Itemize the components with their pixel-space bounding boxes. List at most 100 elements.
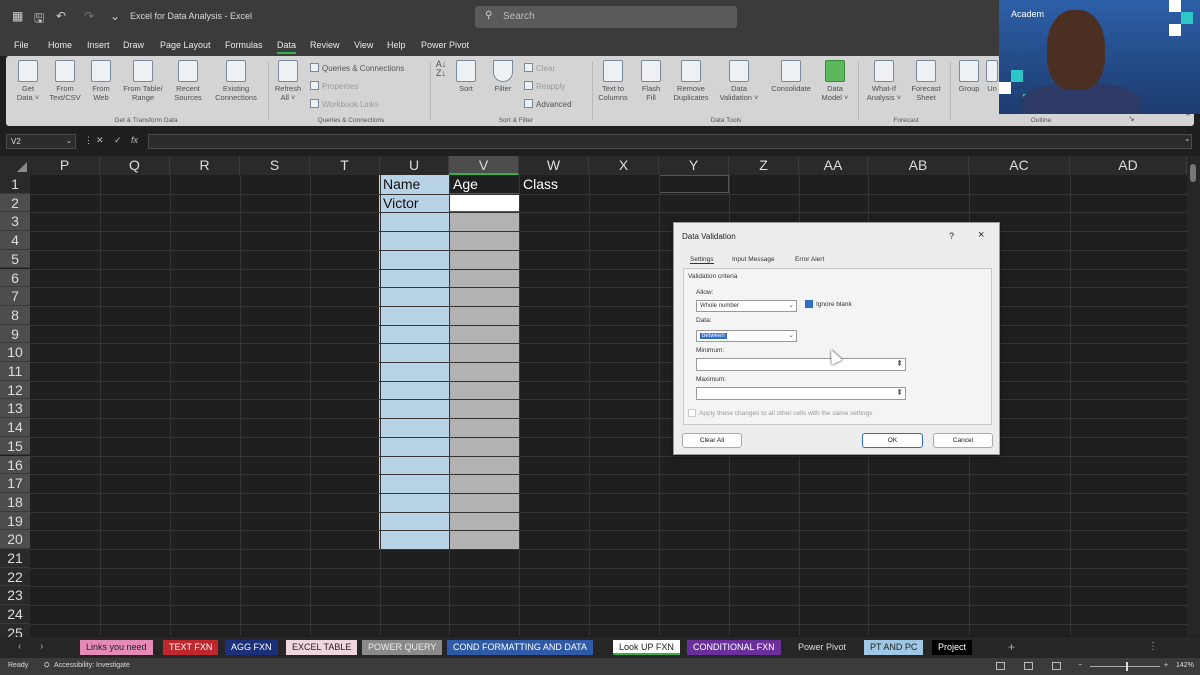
row-header-19[interactable]: 19: [0, 511, 30, 531]
sort-az-button[interactable]: A↓ Z↓: [434, 60, 448, 78]
outline-dialog-launcher-icon[interactable]: ↘: [1128, 114, 1135, 123]
row-header-5[interactable]: 5: [0, 249, 30, 269]
tab-error-alert[interactable]: Error Alert: [795, 256, 824, 263]
page-layout-view-icon[interactable]: [1024, 662, 1033, 670]
row-header-24[interactable]: 24: [0, 605, 30, 624]
ungroup-button[interactable]: Un: [984, 60, 1000, 93]
tab-formulas[interactable]: Formulas: [225, 40, 263, 50]
formula-bar-options-icon[interactable]: ⋮: [84, 135, 93, 146]
tabs-options-icon[interactable]: ⋮: [1148, 641, 1158, 652]
row-header-3[interactable]: 3: [0, 212, 30, 232]
column-header-ab[interactable]: AB: [868, 156, 969, 175]
zoom-slider[interactable]: [1090, 662, 1160, 671]
sheet-tab-text-fxn[interactable]: TEXT FXN: [163, 640, 219, 655]
remove-duplicates-button[interactable]: Remove Duplicates: [670, 60, 712, 102]
row-header-22[interactable]: 22: [0, 567, 30, 587]
clear-filter-button[interactable]: Clear: [524, 63, 555, 73]
properties-button[interactable]: Properties: [310, 81, 358, 91]
tab-file[interactable]: File: [14, 40, 29, 50]
accessibility-status[interactable]: Accessibility: Investigate: [54, 662, 130, 669]
column-header-r[interactable]: R: [170, 156, 240, 175]
prev-sheet-icon[interactable]: ‹: [18, 641, 21, 652]
column-header-ac[interactable]: AC: [969, 156, 1070, 175]
allow-select[interactable]: Whole number ⌄: [696, 300, 797, 312]
row-header-11[interactable]: 11: [0, 362, 30, 381]
tab-review[interactable]: Review: [310, 40, 340, 50]
column-header-aa[interactable]: AA: [799, 156, 868, 175]
sort-button[interactable]: Sort: [454, 60, 478, 93]
sheet-tab-power-query[interactable]: POWER QUERY: [362, 640, 443, 655]
row-header-15[interactable]: 15: [0, 436, 30, 456]
tab-input-message[interactable]: Input Message: [732, 256, 775, 263]
row-header-9[interactable]: 9: [0, 324, 30, 344]
column-header-x[interactable]: X: [589, 156, 659, 175]
row-header-12[interactable]: 12: [0, 380, 30, 400]
sheet-tab-pt-and-pc[interactable]: PT AND PC: [864, 640, 924, 655]
from-web-button[interactable]: From Web: [88, 60, 114, 102]
sheet-tab-cond-formatting-and-data[interactable]: COND FORMATTING AND DATA: [447, 640, 593, 655]
help-icon[interactable]: ?: [949, 231, 954, 241]
row-header-4[interactable]: 4: [0, 231, 30, 250]
column-header-z[interactable]: Z: [729, 156, 799, 175]
sheet-tab-excel-table[interactable]: EXCEL TABLE: [286, 640, 358, 655]
zoom-level[interactable]: 142%: [1176, 662, 1194, 669]
sheet-tab-power-pivot[interactable]: Power Pivot: [792, 640, 853, 655]
reapply-button[interactable]: Reapply: [524, 81, 565, 91]
scrollbar-thumb[interactable]: [1190, 164, 1196, 182]
column-header-t[interactable]: T: [310, 156, 380, 175]
active-cell-v2[interactable]: [449, 193, 520, 212]
customize-toolbar-icon[interactable]: ⌄: [110, 9, 120, 23]
save-icon[interactable]: 🖫: [34, 9, 44, 30]
advanced-filter-button[interactable]: Advanced: [524, 99, 572, 109]
redo-icon[interactable]: ↷: [84, 9, 94, 23]
get-data-button[interactable]: Get Data ˅: [14, 60, 42, 102]
tab-insert[interactable]: Insert: [87, 40, 110, 50]
row-header-13[interactable]: 13: [0, 399, 30, 419]
row-header-23[interactable]: 23: [0, 586, 30, 606]
insert-function-icon[interactable]: fx: [131, 135, 138, 145]
from-text-csv-button[interactable]: From Text/CSV: [48, 60, 82, 102]
from-table-range-button[interactable]: From Table/ Range: [120, 60, 166, 102]
refresh-all-button[interactable]: Refresh All ˅: [274, 60, 302, 102]
column-header-p[interactable]: P: [30, 156, 100, 175]
tab-draw[interactable]: Draw: [123, 40, 144, 50]
normal-view-icon[interactable]: [996, 662, 1005, 670]
ignore-blank-checkbox[interactable]: [805, 300, 813, 308]
selected-range-v2-v20[interactable]: [449, 193, 520, 550]
worksheet-grid[interactable]: Name Age Class Victor: [30, 175, 1188, 644]
forecast-sheet-button[interactable]: Forecast Sheet: [908, 60, 944, 102]
workbook-links-button[interactable]: Workbook Links: [310, 99, 379, 109]
data-model-button[interactable]: Data Model ˅: [818, 60, 852, 102]
row-header-18[interactable]: 18: [0, 492, 30, 512]
ok-button[interactable]: OK: [862, 433, 923, 448]
row-header-1[interactable]: 1: [0, 175, 30, 194]
minimum-input[interactable]: ⇞: [696, 358, 906, 371]
column-header-q[interactable]: Q: [100, 156, 170, 175]
data-validation-button[interactable]: Data Validation ˅: [716, 60, 762, 102]
enter-formula-icon[interactable]: ✓: [114, 135, 122, 146]
sheet-tab-agg-fxn[interactable]: AGG FXN: [225, 640, 278, 655]
row-header-2[interactable]: 2: [0, 193, 30, 213]
tab-page-layout[interactable]: Page Layout: [160, 40, 211, 50]
tab-home[interactable]: Home: [48, 40, 72, 50]
group-button[interactable]: Group: [956, 60, 982, 93]
cell-u2[interactable]: Victor: [383, 195, 419, 211]
range-select-icon[interactable]: ⇞: [896, 359, 903, 368]
zoom-out-icon[interactable]: −: [1078, 662, 1082, 669]
expand-formula-bar-icon[interactable]: ⌄: [1184, 134, 1191, 143]
row-header-17[interactable]: 17: [0, 474, 30, 493]
cell-w1[interactable]: Class: [523, 176, 558, 192]
sheet-tab-project[interactable]: Project: [932, 640, 973, 655]
row-header-10[interactable]: 10: [0, 343, 30, 362]
consolidate-button[interactable]: Consolidate: [768, 60, 814, 93]
cancel-button[interactable]: Cancel: [933, 433, 993, 448]
row-header-6[interactable]: 6: [0, 268, 30, 288]
range-select-icon[interactable]: ⇞: [896, 388, 903, 397]
name-box[interactable]: V2 ⌄: [6, 134, 76, 149]
tab-help[interactable]: Help: [387, 40, 406, 50]
cancel-formula-icon[interactable]: ✕: [96, 135, 104, 146]
close-icon[interactable]: ×: [978, 229, 984, 241]
add-sheet-icon[interactable]: +: [1008, 640, 1015, 654]
queries-connections-button[interactable]: Queries & Connections: [310, 63, 404, 73]
cell-v1[interactable]: Age: [453, 176, 478, 192]
